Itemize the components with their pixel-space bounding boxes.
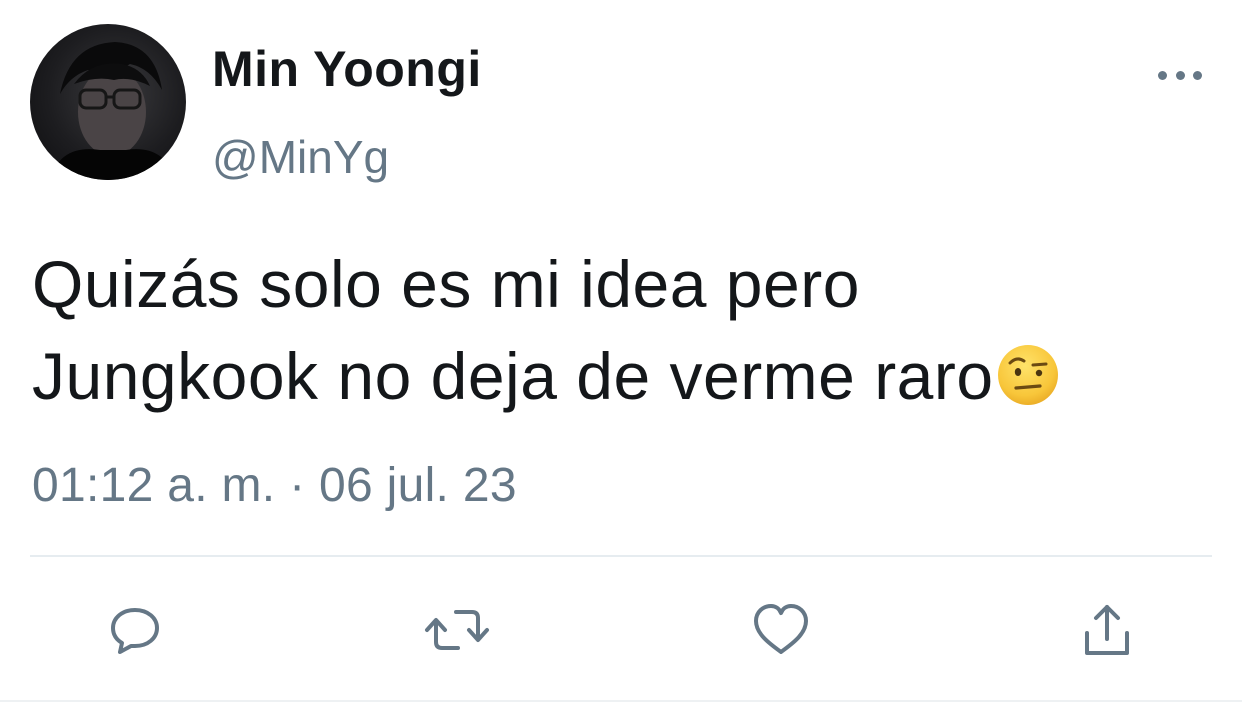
bottom-border: [0, 700, 1242, 702]
more-options-icon[interactable]: [1158, 60, 1202, 90]
reply-icon: [111, 608, 159, 654]
retweet-icon: [425, 610, 489, 650]
face-with-raised-eyebrow-emoji-icon: [997, 345, 1058, 405]
tweet-card: Min Yoongi @MinYg Quizás solo es mi idea…: [0, 0, 1242, 720]
tweet-text: Quizás solo es mi idea pero Jungkook no …: [32, 238, 1222, 422]
share-button[interactable]: [1072, 595, 1142, 665]
tweet-text-line-2: Jungkook no deja de verme raro: [32, 339, 994, 413]
tweet-actions-bar: [0, 595, 1242, 665]
avatar[interactable]: [30, 24, 186, 180]
tweet-timestamp[interactable]: 01:12 a. m. · 06 jul. 23: [32, 458, 517, 513]
tweet-text-line-2-wrap: Jungkook no deja de verme raro: [32, 330, 1222, 422]
display-name[interactable]: Min Yoongi: [212, 40, 482, 98]
retweet-button[interactable]: [422, 595, 492, 665]
heart-icon: [754, 604, 808, 654]
divider: [30, 555, 1212, 557]
like-button[interactable]: [746, 595, 816, 665]
avatar-photo: [50, 42, 176, 180]
share-icon: [1085, 605, 1129, 655]
username-handle[interactable]: @MinYg: [212, 130, 389, 184]
reply-button[interactable]: [100, 595, 170, 665]
tweet-text-line-1: Quizás solo es mi idea pero: [32, 247, 860, 321]
